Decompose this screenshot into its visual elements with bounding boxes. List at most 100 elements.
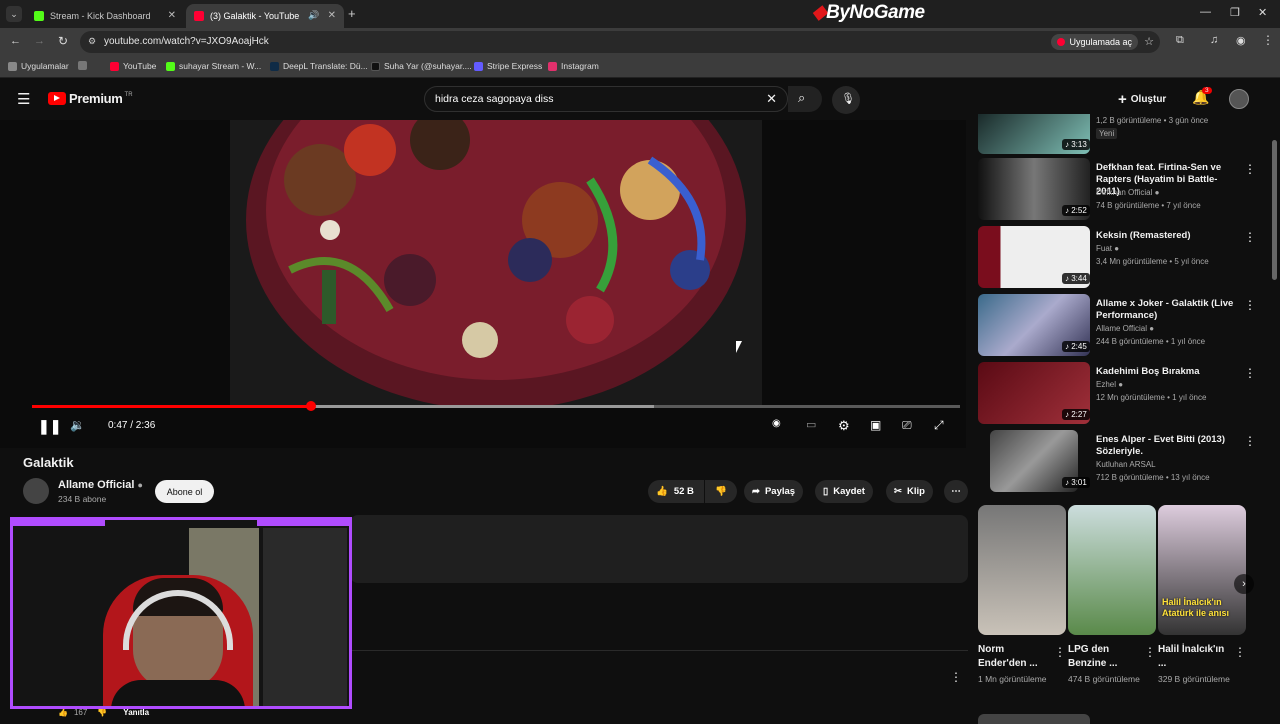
new-badge: Yeni	[1096, 128, 1118, 139]
search-input[interactable]: hidra ceza sagopaya diss ✕	[424, 86, 788, 112]
back-icon[interactable]: ←	[10, 35, 21, 47]
close-window-icon[interactable]: ✕	[1258, 6, 1267, 19]
webcam-frame-corner	[257, 520, 349, 526]
sidebar-scrollbar[interactable]	[1272, 140, 1277, 280]
recommendation-item[interactable]: ♪ 3:44 Keksin (Remastered) Fuat ● 3,4 Mn…	[978, 226, 1268, 288]
clear-search-icon[interactable]: ✕	[766, 91, 777, 107]
chrome-menu-icon[interactable]: ⋮	[1262, 33, 1274, 47]
scrubber-handle[interactable]	[306, 401, 317, 411]
share-button[interactable]: ➦ Paylaş	[744, 480, 804, 503]
recommendation-item[interactable]: ♪ 3:13 1,2 B görüntüleme • 3 gün önce Ye…	[978, 114, 1268, 154]
fullscreen-icon[interactable]: ⤢	[934, 418, 944, 433]
more-actions-button[interactable]: ⋯	[944, 480, 968, 503]
subscribe-button[interactable]: Abone ol	[155, 480, 214, 503]
reply-button[interactable]: Yanıtla	[123, 708, 149, 717]
minimize-icon[interactable]: —	[1200, 6, 1211, 18]
recommendation-item[interactable]: ♪ 3:01 Enes Alper - Evet Bitti (2013) Sö…	[978, 430, 1268, 492]
thumbs-up-icon[interactable]: 👍	[58, 708, 68, 717]
bookmark-youtube[interactable]: YouTube	[110, 61, 156, 71]
open-in-app-button[interactable]: Uygulamada aç	[1051, 34, 1138, 50]
webcam-frame-corner	[13, 520, 105, 526]
avatar[interactable]	[1229, 89, 1249, 109]
progress-bar[interactable]	[32, 401, 960, 411]
like-button[interactable]: 👍 52 B	[648, 480, 704, 503]
duration-badge: ♪ 2:27	[1062, 409, 1090, 420]
youtube-premium-logo[interactable]: Premium TR	[48, 91, 133, 106]
cast-icon[interactable]: ⎚	[902, 418, 912, 433]
forward-icon[interactable]: →	[34, 35, 45, 47]
extensions-icon[interactable]: ⧉	[1176, 34, 1184, 47]
short-item[interactable]: Norm Ender'den ... 1 Mn görüntüleme ⋮	[978, 505, 1066, 705]
tab-youtube[interactable]: (3) Galaktik - YouTube 🔊 ✕	[186, 4, 344, 28]
more-options-icon[interactable]: ⋮	[1244, 434, 1256, 448]
tab-title: (3) Galaktik - YouTube	[210, 11, 300, 21]
save-button[interactable]: ▯ Kaydet	[815, 480, 873, 503]
pause-icon[interactable]: ❚❚	[38, 418, 61, 435]
create-button[interactable]: + Oluştur	[1118, 91, 1166, 108]
settings-gear-icon[interactable]: ⚙	[838, 418, 850, 434]
recommendation-item[interactable]: ♪ 2:27 Kadehimi Boş Bırakma Ezhel ● 12 M…	[978, 362, 1268, 424]
more-options-icon[interactable]: ⋮	[1244, 366, 1256, 380]
bookmark-grid[interactable]	[78, 61, 91, 70]
bookmark-tiktok[interactable]: Suha Yar (@suhayar....	[371, 61, 472, 71]
restore-icon[interactable]: ❐	[1230, 6, 1240, 19]
bookmark-instagram[interactable]: Instagram	[548, 61, 599, 71]
video-title: Galaktik	[23, 455, 74, 470]
address-bar[interactable]: ⚙ youtube.com/watch?v=JXO9AoajHck Uygula…	[80, 31, 1160, 53]
short-thumbnail: Halil İnalcık'ın Atatürk ile anısı	[1158, 505, 1246, 635]
short-item[interactable]: Halil İnalcık'ın Atatürk ile anısı Halil…	[1158, 505, 1246, 705]
profile-icon[interactable]: ◉	[1236, 34, 1246, 47]
autoplay-toggle-icon[interactable]: ◉	[772, 418, 781, 429]
more-options-icon[interactable]: ⋮	[1244, 230, 1256, 244]
short-overlay-caption: Halil İnalcık'ın Atatürk ile anısı	[1162, 597, 1230, 618]
bookmark-stripe[interactable]: Stripe Express	[474, 61, 542, 71]
more-options-icon[interactable]: ⋮	[1054, 645, 1066, 659]
more-options-icon[interactable]: ⋮	[1234, 645, 1246, 659]
duration-badge: ♪ 3:13	[1062, 139, 1090, 150]
more-options-icon[interactable]: ⋮	[1244, 298, 1256, 312]
voice-search-button[interactable]: 🎙	[832, 86, 860, 114]
more-options-icon[interactable]: ⋮	[1244, 162, 1256, 176]
close-tab-icon[interactable]: ✕	[328, 10, 336, 21]
dislike-button[interactable]: 👎	[705, 480, 737, 503]
notifications-button[interactable]: 🔔 3	[1192, 87, 1212, 107]
recommendation-item-partial[interactable]	[978, 714, 1090, 724]
channel-avatar[interactable]	[23, 478, 49, 504]
divider	[350, 650, 968, 651]
tab-list-button[interactable]: ⌄	[6, 6, 22, 22]
bookmark-apps[interactable]: Uygulamalar	[8, 61, 69, 71]
comment-more-icon[interactable]: ⋮	[950, 670, 962, 684]
media-control-icon[interactable]: ♫	[1210, 34, 1218, 46]
short-views: 474 B görüntüleme	[1068, 674, 1140, 684]
reload-icon[interactable]: ↻	[58, 34, 68, 48]
video-player[interactable]: ❚❚ 🔉 0:47 / 2:36 ◉ ▭ ⚙ ▣ ⎚ ⤢	[0, 120, 966, 448]
thumbs-down-icon[interactable]: 👎	[97, 708, 107, 717]
theater-mode-icon[interactable]: ▣	[870, 418, 881, 432]
shorts-next-button[interactable]: ›	[1234, 574, 1254, 594]
menu-icon[interactable]: ☰	[17, 90, 30, 108]
close-tab-icon[interactable]: ✕	[168, 10, 176, 21]
chevron-right-icon: ›	[1242, 578, 1246, 590]
scissors-icon: ✂	[894, 486, 902, 497]
subtitles-icon[interactable]: ▭	[806, 418, 816, 431]
recommendation-item[interactable]: ♪ 2:45 Allame x Joker - Galaktik (Live P…	[978, 294, 1268, 356]
volume-icon[interactable]: 🔉	[70, 418, 85, 432]
clip-button[interactable]: ✂ Klip	[886, 480, 933, 503]
site-info-icon[interactable]: ⚙	[88, 36, 96, 47]
tab-kick[interactable]: Stream - Kick Dashboard ✕	[26, 4, 184, 28]
recommendation-item[interactable]: ♪ 2:52 Defkhan feat. Firtina-Sen ve Rapt…	[978, 158, 1268, 220]
more-options-icon[interactable]: ⋮	[1144, 645, 1156, 659]
kick-icon	[166, 61, 175, 71]
speaker-icon[interactable]: 🔊	[308, 10, 319, 21]
instagram-icon	[548, 61, 557, 71]
duration-badge: ♪ 3:01	[1062, 477, 1090, 488]
bookmark-star-icon[interactable]: ☆	[1144, 35, 1154, 48]
channel-name[interactable]: Allame Official ●	[58, 479, 143, 491]
description-box[interactable]	[350, 515, 968, 583]
short-item[interactable]: LPG den Benzine ... 474 B görüntüleme ⋮	[1068, 505, 1156, 705]
verified-icon: ●	[1114, 244, 1120, 253]
search-button[interactable]: ⌕	[788, 86, 822, 112]
bookmark-kick[interactable]: suhayar Stream - W...	[166, 61, 261, 71]
new-tab-button[interactable]: +	[348, 6, 356, 21]
bookmark-deepl[interactable]: DeepL Translate: Dü...	[270, 61, 368, 71]
